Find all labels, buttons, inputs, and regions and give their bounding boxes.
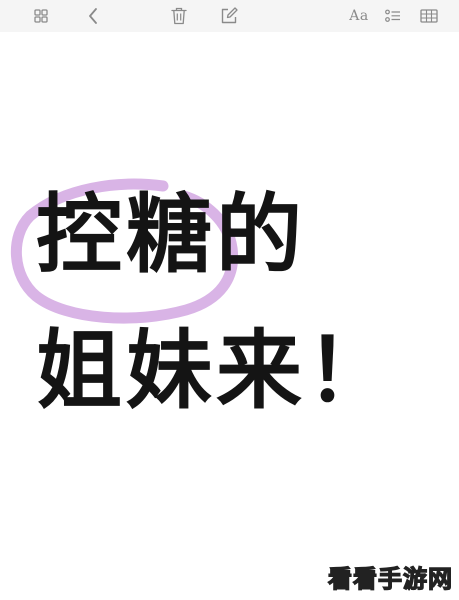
note-line-2: 姐妹来！	[36, 321, 396, 421]
grid-view-icon	[34, 9, 48, 23]
back-button[interactable]	[82, 0, 104, 32]
back-chevron-icon	[89, 8, 97, 24]
checklist-button[interactable]	[382, 0, 404, 32]
watermark-text: 看看手游网	[327, 564, 453, 593]
checklist-icon	[385, 9, 400, 22]
compose-button[interactable]	[218, 0, 240, 32]
trash-icon	[171, 7, 187, 25]
note-canvas[interactable]: 控糖的 姐妹来！	[0, 32, 459, 600]
delete-button[interactable]	[168, 0, 190, 32]
grid-view-button[interactable]	[30, 0, 52, 32]
note-line-1: 控糖的	[36, 185, 306, 285]
table-button[interactable]	[418, 0, 440, 32]
notes-toolbar: Aa	[0, 0, 459, 32]
compose-icon	[221, 7, 238, 24]
table-icon	[420, 9, 438, 23]
text-format-button[interactable]: Aa	[344, 0, 374, 32]
text-format-icon: Aa	[349, 8, 369, 24]
